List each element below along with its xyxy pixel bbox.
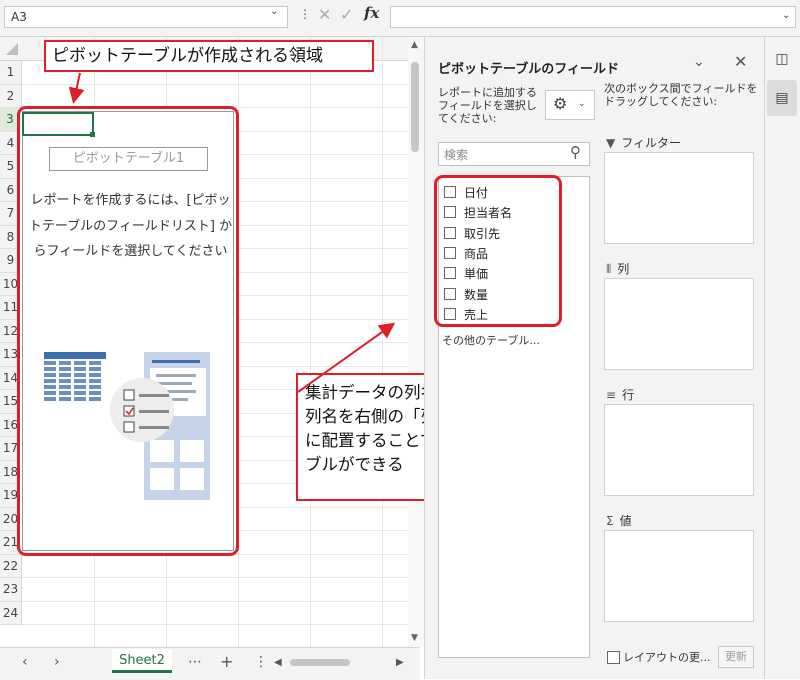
scroll-left-icon[interactable]: ◀ <box>274 657 282 668</box>
drop-zone-columns[interactable] <box>604 278 754 370</box>
cancel-icon[interactable]: ✕ <box>318 5 331 24</box>
row-header[interactable]: 23 <box>0 578 22 602</box>
row-header[interactable]: 1 <box>0 61 22 85</box>
select-all-corner[interactable] <box>6 43 18 55</box>
scroll-up-icon[interactable]: ▲ <box>411 40 418 50</box>
pane-close-icon[interactable]: ✕ <box>734 52 747 71</box>
grid-line <box>22 577 410 578</box>
pivot-table-name: ピボットテーブル1 <box>49 147 208 171</box>
pane-toggle-icon[interactable]: ◫ <box>771 48 793 70</box>
rows-icon: ≡ <box>606 388 617 402</box>
row-header[interactable]: 22 <box>0 554 22 578</box>
formula-input[interactable] <box>390 6 796 28</box>
update-button[interactable]: 更新 <box>718 646 754 668</box>
chevron-down-icon[interactable]: ⌄ <box>578 99 586 109</box>
row-header[interactable]: 24 <box>0 601 22 625</box>
grid-line <box>22 83 410 85</box>
zone-label-text: 値 <box>619 514 632 528</box>
grid-line <box>22 624 410 625</box>
search-icon[interactable]: ⚲ <box>570 143 581 161</box>
scroll-right-icon[interactable]: ▶ <box>396 657 404 668</box>
callout-pivot-area: ピボットテーブルが作成される領域 <box>44 40 374 72</box>
pivot-instruction-text: レポートを作成するには、[ピボットテーブルのフィールドリスト] からフィールドを… <box>28 193 233 259</box>
zone-label-values: Σ値 <box>606 512 632 529</box>
add-fields-label: レポートに追加するフィールドを選択してください: <box>438 86 537 125</box>
sheet-tab-sheet2[interactable]: Sheet2 <box>112 649 172 673</box>
filter-icon: ▼ <box>606 136 616 150</box>
more-tables-link[interactable]: その他のテーブル... <box>442 332 540 348</box>
drag-fields-label: 次のボックス間でフィールドをドラッグしてください: <box>604 82 758 108</box>
field-list-icon[interactable]: ▤ <box>767 80 797 116</box>
active-cell[interactable] <box>22 112 94 136</box>
zone-label-rows: ≡ 行 <box>606 386 634 403</box>
next-sheet-icon[interactable]: › <box>54 654 60 670</box>
row-header[interactable]: 2 <box>0 84 22 108</box>
drop-zone-filter[interactable] <box>604 152 754 244</box>
field-checklist-icon <box>110 378 174 442</box>
fill-handle[interactable] <box>90 132 95 137</box>
defer-layout-label: レイアウトの更... <box>623 651 711 664</box>
grid-line <box>22 600 410 602</box>
insert-function-icon[interactable]: fx <box>364 4 379 22</box>
fields-highlight <box>434 175 562 327</box>
table-grid-icon <box>44 352 106 401</box>
name-box[interactable]: A3 <box>4 6 288 28</box>
sheet-menu-icon[interactable]: ⋮ <box>254 654 268 670</box>
gear-icon[interactable]: ⚙ <box>553 94 567 113</box>
columns-icon: ⦀ <box>606 262 612 276</box>
drop-zone-rows[interactable] <box>604 404 754 496</box>
pane-options-chevron-icon[interactable]: ⌄ <box>693 54 705 70</box>
zone-label-columns: ⦀ 列 <box>606 260 629 277</box>
drop-zone-values[interactable] <box>604 530 754 622</box>
scroll-down-icon[interactable]: ▼ <box>411 633 418 643</box>
pivot-illustration-icon <box>44 352 210 500</box>
horizontal-scroll-thumb[interactable] <box>290 659 350 666</box>
grid-column-line <box>310 37 311 647</box>
field-search-input[interactable]: 検索 <box>438 142 590 166</box>
enter-icon[interactable]: ✓ <box>340 5 353 24</box>
zone-label-filter: ▼ フィルター <box>606 134 681 151</box>
prev-sheet-icon[interactable]: ‹ <box>22 654 28 670</box>
more-sheets-icon[interactable]: ⋯ <box>188 654 202 670</box>
side-task-strip <box>764 37 800 679</box>
zone-label-text: フィルター <box>621 136 681 150</box>
vertical-scroll-thumb[interactable] <box>411 62 419 152</box>
values-icon: Σ <box>606 514 614 528</box>
zone-label-text: 列 <box>617 262 630 276</box>
defer-layout-checkbox[interactable] <box>607 651 620 664</box>
add-sheet-icon[interactable]: + <box>220 652 233 671</box>
pane-title: ピボットテーブルのフィールド <box>438 62 619 77</box>
zone-label-text: 行 <box>622 388 635 402</box>
grid-column-line <box>382 37 383 647</box>
expand-formula-icon[interactable]: ⌄ <box>782 10 790 21</box>
sheet-tab-bar: ‹ › ⋯ + ⋮ ◀ ▶ <box>0 647 420 680</box>
name-box-dropdown-icon[interactable]: ⌄ <box>270 6 278 17</box>
more-icon[interactable]: ⋮ <box>299 7 311 21</box>
